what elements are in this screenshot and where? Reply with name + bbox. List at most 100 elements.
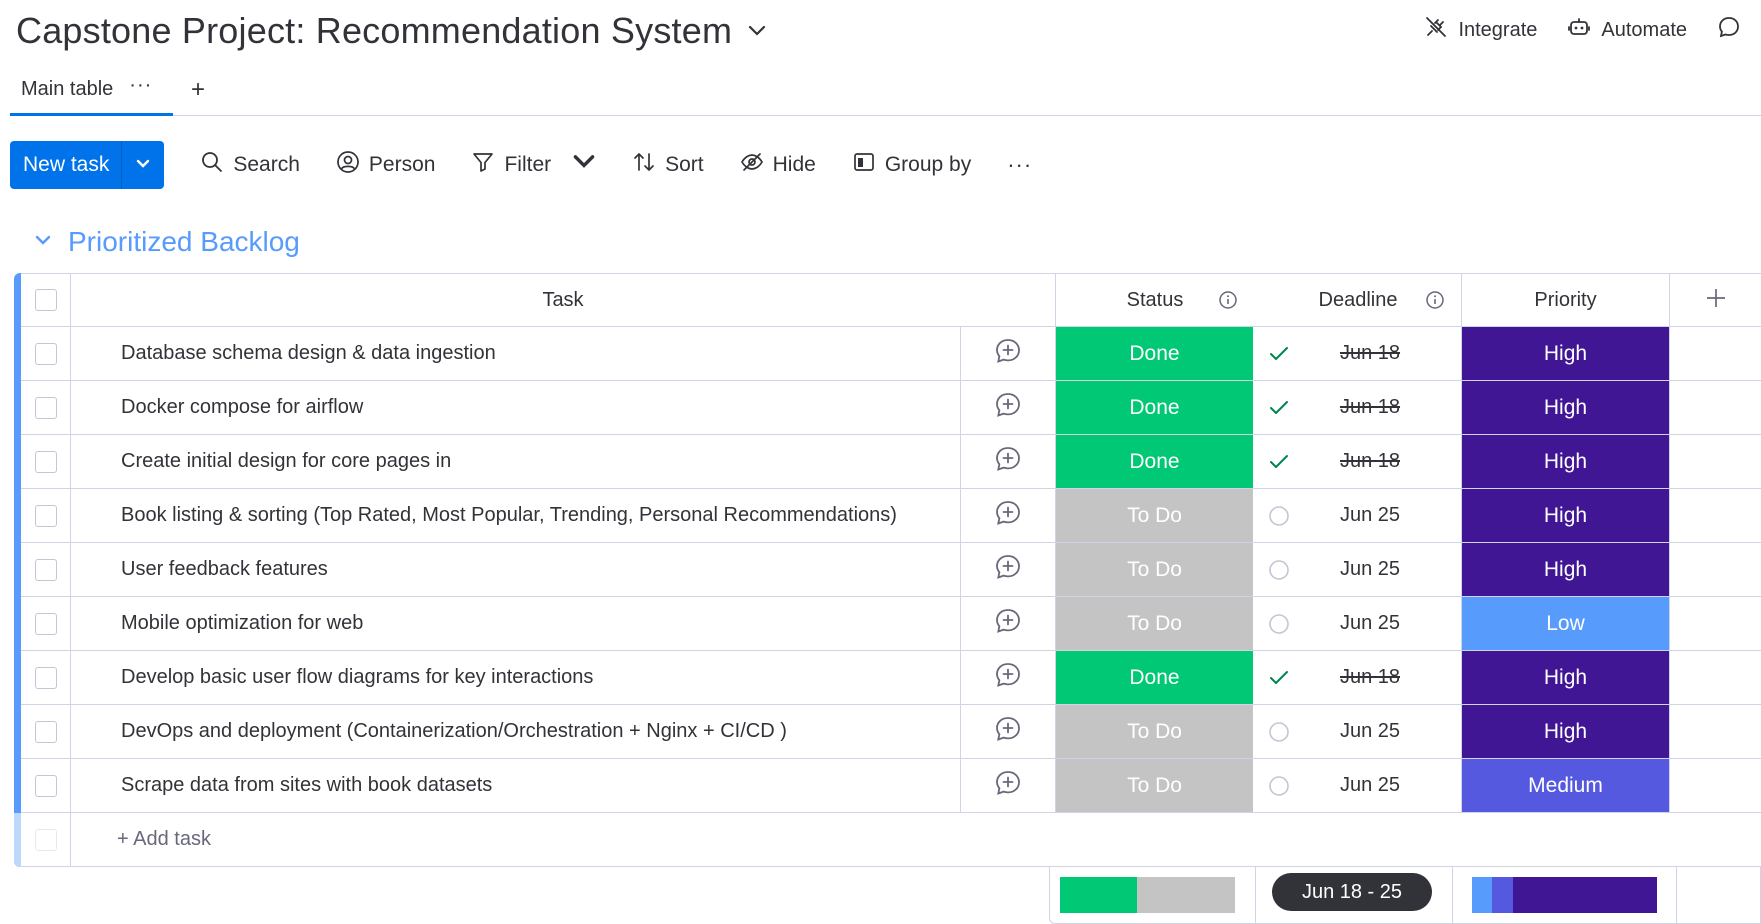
add-update-button[interactable] (961, 489, 1056, 542)
priority-cell[interactable]: Low (1462, 597, 1670, 650)
new-task-dropdown[interactable] (122, 141, 164, 189)
priority-cell[interactable]: High (1462, 543, 1670, 596)
add-update-button[interactable] (961, 381, 1056, 434)
status-cell[interactable]: To Do (1056, 759, 1254, 812)
check-icon[interactable] (1267, 666, 1291, 690)
table-row[interactable]: Docker compose for airflow Done Jun 18 High (21, 381, 1761, 435)
row-checkbox[interactable] (34, 774, 57, 797)
filter-button[interactable]: Filter (471, 150, 596, 180)
check-icon[interactable] (1267, 396, 1291, 420)
status-cell[interactable]: Done (1056, 651, 1254, 704)
person-filter-button[interactable]: Person (336, 150, 435, 180)
status-cell[interactable]: Done (1056, 327, 1254, 380)
more-options-button[interactable]: ··· (1007, 152, 1032, 178)
task-name-cell[interactable]: DevOps and deployment (Containerization/… (71, 705, 961, 758)
search-button[interactable]: Search (200, 150, 300, 180)
empty-circle-icon[interactable] (1267, 720, 1291, 744)
automate-button[interactable]: Automate (1567, 15, 1687, 45)
add-update-button[interactable] (961, 651, 1056, 704)
empty-circle-icon[interactable] (1267, 612, 1291, 636)
task-column-header[interactable]: Task (71, 274, 1056, 326)
table-row[interactable]: Mobile optimization for web To Do Jun 25 Lo… (21, 597, 1761, 651)
check-icon[interactable] (1267, 342, 1291, 366)
row-checkbox[interactable] (34, 612, 57, 635)
deadline-cell[interactable]: Jun 18 (1255, 327, 1462, 380)
priority-cell[interactable]: High (1462, 327, 1670, 380)
status-cell[interactable]: To Do (1056, 705, 1254, 758)
row-checkbox[interactable] (34, 450, 57, 473)
row-checkbox[interactable] (34, 720, 57, 743)
new-task-button[interactable]: New task (10, 141, 123, 189)
chevron-down-icon[interactable] (34, 233, 52, 251)
status-summary-bar[interactable] (1060, 877, 1235, 913)
table-row[interactable]: Develop basic user flow diagrams for key… (21, 651, 1761, 705)
task-name-cell[interactable]: Database schema design & data ingestion (71, 327, 961, 380)
group-by-button[interactable]: Group by (852, 150, 971, 180)
info-icon[interactable] (1425, 290, 1445, 310)
empty-circle-icon[interactable] (1267, 504, 1291, 528)
add-task-cell[interactable]: + Add task (71, 813, 1761, 866)
add-update-button[interactable] (961, 705, 1056, 758)
row-checkbox[interactable] (34, 396, 57, 419)
hide-button[interactable]: Hide (740, 150, 816, 180)
status-cell[interactable]: To Do (1056, 597, 1254, 650)
add-update-button[interactable] (961, 597, 1056, 650)
updates-button[interactable] (1717, 15, 1741, 45)
info-icon[interactable] (1218, 290, 1238, 310)
table-row[interactable]: Database schema design & data ingestion D… (21, 327, 1761, 381)
priority-cell[interactable]: High (1462, 705, 1670, 758)
priority-column-header[interactable]: Priority (1462, 274, 1670, 326)
row-checkbox[interactable] (34, 666, 57, 689)
chevron-down-icon[interactable] (572, 150, 596, 180)
sort-button[interactable]: Sort (632, 150, 704, 180)
row-checkbox[interactable] (34, 558, 57, 581)
task-name-cell[interactable]: Mobile optimization for web (71, 597, 961, 650)
deadline-cell[interactable]: Jun 25 (1255, 543, 1462, 596)
status-cell[interactable]: Done (1056, 435, 1254, 488)
add-column-button[interactable] (1670, 274, 1761, 326)
priority-cell[interactable]: High (1462, 651, 1670, 704)
board-title[interactable]: Capstone Project: Recommendation System (16, 10, 732, 52)
select-all-checkbox[interactable] (34, 289, 57, 311)
table-row[interactable]: Create initial design for core pages in D… (21, 435, 1761, 489)
deadline-cell[interactable]: Jun 18 (1255, 651, 1462, 704)
priority-summary-bar[interactable] (1472, 877, 1657, 913)
priority-cell[interactable]: High (1462, 435, 1670, 488)
deadline-cell[interactable]: Jun 25 (1255, 705, 1462, 758)
priority-cell[interactable]: High (1462, 381, 1670, 434)
deadline-column-header[interactable]: Deadline (1255, 274, 1462, 326)
row-checkbox[interactable] (34, 342, 57, 365)
add-update-button[interactable] (961, 435, 1056, 488)
deadline-cell[interactable]: Jun 25 (1255, 489, 1462, 542)
tab-options-icon[interactable]: ··· (129, 74, 152, 97)
priority-cell[interactable]: High (1462, 489, 1670, 542)
status-column-header[interactable]: Status (1056, 274, 1254, 326)
table-row[interactable]: Scrape data from sites with book dataset… (21, 759, 1761, 813)
status-cell[interactable]: Done (1056, 381, 1254, 434)
group-title[interactable]: Prioritized Backlog (68, 226, 300, 258)
deadline-cell[interactable]: Jun 25 (1255, 597, 1462, 650)
empty-circle-icon[interactable] (1267, 774, 1291, 798)
task-name-cell[interactable]: Develop basic user flow diagrams for key… (71, 651, 961, 704)
row-checkbox[interactable] (34, 504, 57, 527)
status-cell[interactable]: To Do (1056, 489, 1254, 542)
add-task-input[interactable]: + Add task (117, 828, 211, 851)
add-update-button[interactable] (961, 543, 1056, 596)
add-view-button[interactable]: + (186, 76, 210, 104)
priority-cell[interactable]: Medium (1462, 759, 1670, 812)
deadline-cell[interactable]: Jun 25 (1255, 759, 1462, 812)
deadline-summary-pill[interactable]: Jun 18 - 25 (1272, 873, 1432, 911)
deadline-cell[interactable]: Jun 18 (1255, 381, 1462, 434)
task-name-cell[interactable]: Book listing & sorting (Top Rated, Most … (71, 489, 961, 542)
task-name-cell[interactable]: Create initial design for core pages in (71, 435, 961, 488)
task-name-cell[interactable]: Docker compose for airflow (71, 381, 961, 434)
task-name-cell[interactable]: User feedback features (71, 543, 961, 596)
add-update-button[interactable] (961, 759, 1056, 812)
tab-main-table[interactable]: Main table ··· (10, 66, 173, 116)
table-row[interactable]: Book listing & sorting (Top Rated, Most … (21, 489, 1761, 543)
chevron-down-icon[interactable] (746, 20, 768, 42)
status-cell[interactable]: To Do (1056, 543, 1254, 596)
table-row[interactable]: DevOps and deployment (Containerization/… (21, 705, 1761, 759)
deadline-cell[interactable]: Jun 18 (1255, 435, 1462, 488)
task-name-cell[interactable]: Scrape data from sites with book dataset… (71, 759, 961, 812)
